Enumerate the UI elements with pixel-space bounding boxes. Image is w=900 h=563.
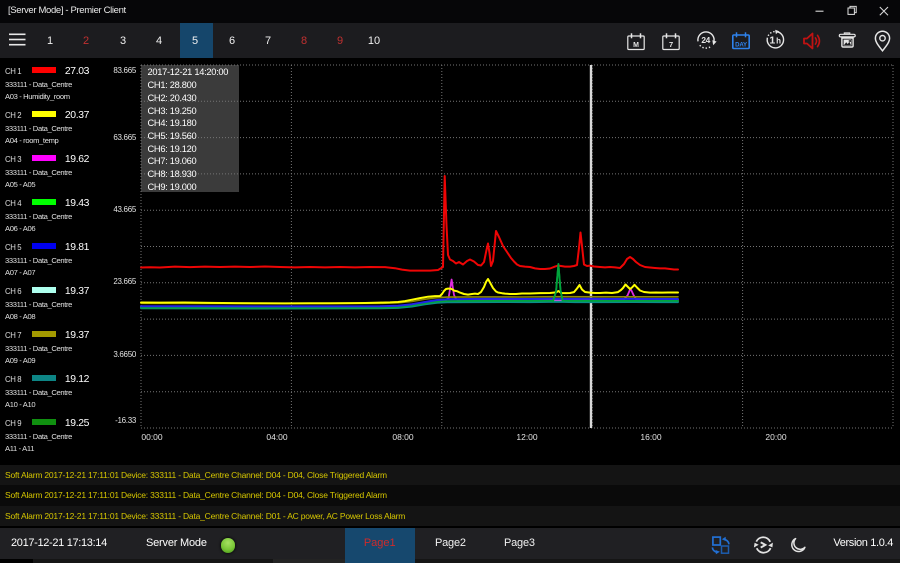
svg-text:h: h <box>776 37 781 46</box>
svg-text:M: M <box>633 42 639 49</box>
svg-text:1: 1 <box>769 35 775 47</box>
svg-text:24: 24 <box>701 35 710 45</box>
svg-text:DAY: DAY <box>735 42 747 49</box>
svg-text:7: 7 <box>669 40 673 49</box>
